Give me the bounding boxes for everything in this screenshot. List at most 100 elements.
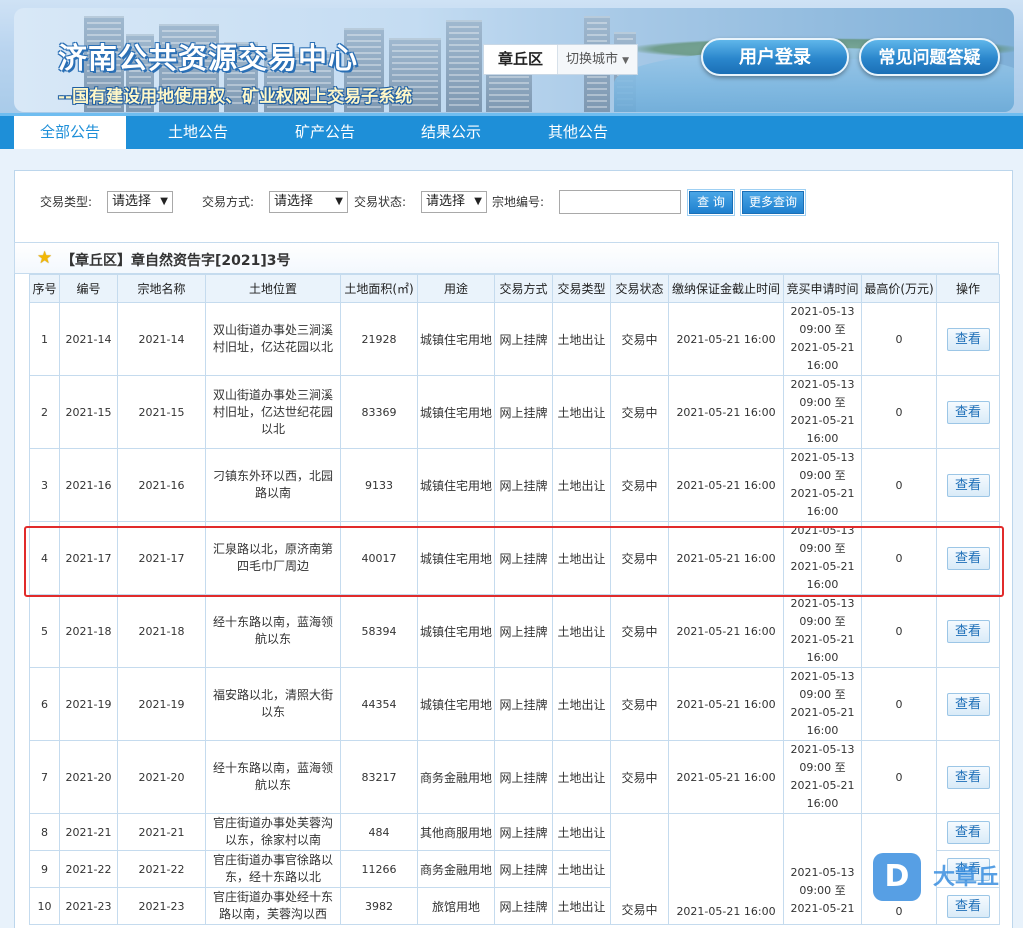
trade-status-value: 请选择 [426,194,466,209]
query-button[interactable]: 查 询 [687,189,735,216]
parcel-no-input[interactable] [559,190,681,214]
tab-mineral-notices[interactable]: 矿产公告 [269,116,381,149]
area-cell: 83217 [340,740,418,814]
parcel-code-cell: 2021-20 [59,740,118,814]
bid-time-cell: 2021-05-13 09:00 至 2021-05-21 16:00 [783,667,862,741]
bid-time-cell: 2021-05-13 09:00 至 2021-05-21 16:00 [783,375,862,449]
parcel-name-cell: 2021-21 [117,813,206,851]
trade-type-label: 交易类型: [40,195,93,209]
parcel-name-cell: 2021-20 [117,740,206,814]
trade-type-select[interactable]: 请选择 ▼ [107,191,173,213]
parcel-name-cell: 2021-17 [117,521,206,595]
row-number-cell: 8 [29,813,60,851]
location-cell: 官庄街道办事处芙蓉沟以东，徐家村以南 [205,813,341,851]
max-price-cell: 0 [861,448,937,522]
action-cell: 查看 [936,448,1000,522]
parcel-code-cell: 2021-14 [59,302,118,376]
filter-bar: 交易类型: 请选择 ▼ 交易方式: 请选择 ▼ 交易状态: 请选择 ▼ 宗地编号… [15,171,1012,231]
row-number-cell: 9 [29,850,60,888]
parcel-code-cell: 2021-15 [59,375,118,449]
trade-status-cell: 交易中 [610,667,669,741]
deposit-deadline-cell: 2021-05-21 16:00 [668,740,784,814]
view-button[interactable]: 查看 [946,327,990,351]
use-cell: 城镇住宅用地 [417,521,495,595]
table-row: 6 2021-19 2021-19 福安路以北，清照大街以东 44354 城镇住宅用地 网上… [29,667,1000,741]
bid-time-line: 09:00 至 [799,469,846,482]
tab-other-notices[interactable]: 其他公告 [522,116,634,149]
row-number-cell: 5 [29,594,60,668]
trade-mode-cell: 网上挂牌 [494,302,553,376]
parcel-name-cell: 2021-16 [117,448,206,522]
tab-results[interactable]: 结果公示 [395,116,507,149]
trade-status-select[interactable]: 请选择 ▼ [421,191,487,213]
deposit-deadline-cell: 2021-05-21 16:00 [668,667,784,741]
view-button[interactable]: 查看 [946,820,990,844]
use-cell: 城镇住宅用地 [417,594,495,668]
trade-type-cell: 土地出让 [552,594,611,668]
parcel-table: 序号 编号 宗地名称 土地位置 土地面积(㎡) 用途 交易方式 交易类型 交易状… [29,274,1000,925]
col-header: 交易状态 [610,274,669,303]
bid-time-line: 2021-05-13 [790,597,855,610]
row-number-cell: 7 [29,740,60,814]
view-button[interactable]: 查看 [946,619,990,643]
bid-time-line: 2021-05-21 [790,779,855,792]
bid-time-line: 09:00 至 [799,884,846,897]
trade-mode-select[interactable]: 请选择 ▼ [269,191,348,213]
trade-type-cell: 土地出让 [552,850,611,888]
trade-status-cell: 交易中 [610,448,669,522]
trade-mode-label: 交易方式: [202,195,255,209]
bid-time-line: 2021-05-13 [790,524,855,537]
table-header-row: 序号 编号 宗地名称 土地位置 土地面积(㎡) 用途 交易方式 交易类型 交易状… [29,274,1000,303]
watermark: D 大章丘 [873,853,1023,903]
row-number-cell: 10 [29,887,60,925]
bid-time-line: 16:00 [806,797,839,810]
view-button[interactable]: 查看 [946,765,990,789]
parcel-name-cell: 2021-18 [117,594,206,668]
trade-mode-cell: 网上挂牌 [494,521,553,595]
bid-time-line: 09:00 至 [799,615,846,628]
trade-type-cell: 土地出让 [552,740,611,814]
bid-time-line: 2021-05-21 [790,560,855,573]
trade-type-cell: 土地出让 [552,448,611,522]
location-cell: 汇泉路以北，原济南第四毛巾厂周边 [205,521,341,595]
col-header: 操作 [936,274,1000,303]
view-button[interactable]: 查看 [946,473,990,497]
action-cell: 查看 [936,302,1000,376]
col-header: 交易方式 [494,274,553,303]
max-price-cell: 0 [861,667,937,741]
deposit-deadline-cell: 2021-05-21 16:00 [668,521,784,595]
bid-time-line: 2021-05-13 [790,451,855,464]
more-query-button[interactable]: 更多查询 [740,189,806,216]
trade-type-cell: 土地出让 [552,521,611,595]
table-row: 7 2021-20 2021-20 经十东路以南，蓝海领航以东 83217 商务金融用地网… [29,740,1000,814]
switch-city-dropdown[interactable]: 切换城市 ▼ [558,45,637,74]
login-button[interactable]: 用户登录 [701,38,849,76]
location-cell: 官庄街道办事官徐路以东，经十东路以北 [205,850,341,888]
col-header: 竞买申请时间 [783,274,862,303]
parcel-code-cell: 2021-17 [59,521,118,595]
tab-land-notices[interactable]: 土地公告 [142,116,254,149]
view-button[interactable]: 查看 [946,546,990,570]
trade-type-cell: 土地出让 [552,887,611,925]
col-header: 土地面积(㎡) [340,274,418,303]
action-cell: 查看 [936,667,1000,741]
bid-time-line: 2021-05-13 [790,378,855,391]
table-row: 3 2021-16 2021-16 刁镇东外环以西，北园路以南 9133 城镇住宅用地 网上… [29,448,1000,522]
tab-all-notices[interactable]: 全部公告 [14,116,126,149]
view-button[interactable]: 查看 [946,400,990,424]
area-cell: 484 [340,813,418,851]
area-cell: 58394 [340,594,418,668]
parcel-code-cell: 2021-18 [59,594,118,668]
location-cell: 福安路以北，清照大街以东 [205,667,341,741]
bid-time-cell: 2021-05-13 09:00 至 2021-05-21 16:00 [783,594,862,668]
action-cell: 查看 [936,521,1000,595]
faq-button[interactable]: 常见问题答疑 [859,38,1000,76]
trade-mode-cell: 网上挂牌 [494,448,553,522]
notice-title[interactable]: 【章丘区】章自然资告字[2021]3号 [61,250,291,270]
bid-time-line: 2021-05-21 [790,414,855,427]
area-cell: 9133 [340,448,418,522]
area-cell: 3982 [340,887,418,925]
bid-time-line: 16:00 [806,578,839,591]
view-button[interactable]: 查看 [946,692,990,716]
row-number-cell: 1 [29,302,60,376]
